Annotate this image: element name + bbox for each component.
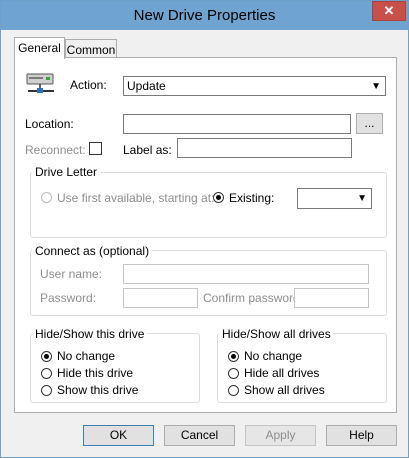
tab-general[interactable]: General — [14, 37, 65, 59]
general-panel: Action: Update ▼ Location: ... Reconnect… — [14, 57, 397, 413]
label-as-input[interactable] — [177, 138, 352, 158]
action-label: Action: — [70, 78, 107, 92]
location-label: Location: — [25, 117, 74, 131]
network-drive-icon — [26, 73, 54, 93]
ok-button[interactable]: OK — [83, 425, 154, 446]
all-no-change-label: No change — [244, 349, 303, 363]
first-available-radio[interactable] — [41, 192, 52, 203]
this-no-change-radio[interactable] — [41, 351, 52, 362]
user-name-input[interactable] — [123, 264, 369, 284]
show-all-drives-label: Show all drives — [244, 383, 325, 397]
chevron-down-icon: ▼ — [357, 193, 367, 204]
confirm-password-input[interactable] — [294, 288, 369, 308]
reconnect-checkbox[interactable] — [89, 142, 102, 155]
hide-show-all-legend: Hide/Show all drives — [219, 327, 334, 341]
reconnect-label: Reconnect: — [25, 143, 86, 157]
label-as-label: Label as: — [123, 143, 172, 157]
tab-general-label: General — [18, 41, 61, 55]
tab-common[interactable]: Common — [65, 39, 117, 59]
connect-as-legend: Connect as (optional) — [32, 244, 153, 258]
all-no-change-radio[interactable] — [228, 351, 239, 362]
location-input[interactable] — [123, 114, 351, 134]
apply-button-label: Apply — [265, 428, 296, 442]
close-button[interactable]: ✕ — [372, 1, 406, 21]
password-label: Password: — [40, 291, 97, 305]
chevron-down-icon: ▼ — [371, 81, 381, 92]
show-all-drives-radio[interactable] — [228, 385, 239, 396]
existing-drive-select[interactable]: ▼ — [297, 188, 372, 209]
password-input[interactable] — [123, 288, 198, 308]
apply-button[interactable]: Apply — [245, 425, 316, 446]
hide-this-drive-label: Hide this drive — [57, 366, 134, 380]
browse-button-label: ... — [364, 116, 375, 130]
hide-all-drives-radio[interactable] — [228, 368, 239, 379]
existing-radio[interactable] — [213, 192, 224, 203]
drive-letter-legend: Drive Letter — [32, 165, 101, 179]
help-button-label: Help — [349, 428, 374, 442]
window-title: New Drive Properties — [133, 7, 276, 24]
ok-button-label: OK — [109, 428, 128, 442]
action-select-value: Update — [127, 79, 166, 93]
show-this-drive-label: Show this drive — [57, 383, 139, 397]
tab-common-label: Common — [66, 43, 116, 57]
hide-this-drive-radio[interactable] — [41, 368, 52, 379]
this-no-change-label: No change — [57, 349, 116, 363]
browse-button[interactable]: ... — [356, 113, 383, 134]
hide-show-this-legend: Hide/Show this drive — [32, 327, 148, 341]
cancel-button-label: Cancel — [180, 428, 219, 442]
dialog-window: New Drive Properties ✕ General Common Ac… — [0, 0, 409, 458]
first-available-label: Use first available, starting at: — [57, 191, 215, 205]
hide-all-drives-label: Hide all drives — [244, 366, 320, 380]
show-this-drive-radio[interactable] — [41, 385, 52, 396]
cancel-button[interactable]: Cancel — [164, 425, 235, 446]
existing-label: Existing: — [229, 191, 275, 205]
title-bar[interactable]: New Drive Properties ✕ — [1, 1, 408, 30]
confirm-password-label: Confirm password: — [203, 291, 304, 305]
help-button[interactable]: Help — [326, 425, 397, 446]
user-name-label: User name: — [40, 267, 103, 281]
action-select[interactable]: Update ▼ — [123, 76, 386, 96]
